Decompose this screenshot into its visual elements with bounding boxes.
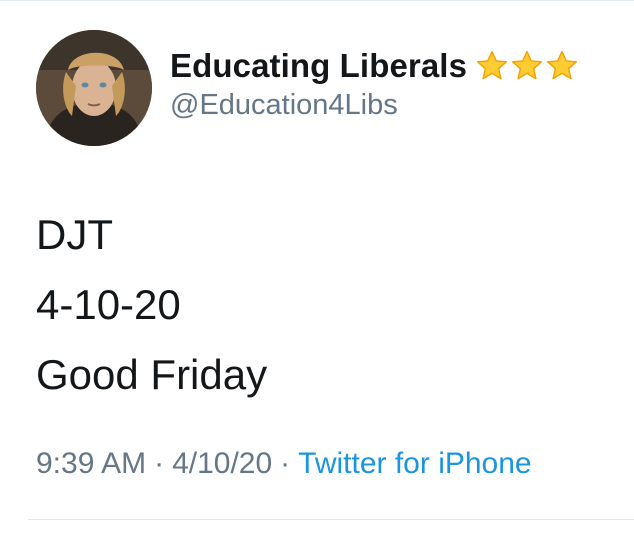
tweet-line: 4-10-20 xyxy=(36,281,181,328)
tweet-line: DJT xyxy=(36,211,113,258)
top-divider xyxy=(0,0,634,1)
tweet-time[interactable]: 9:39 AM xyxy=(36,447,146,480)
meta-separator: · xyxy=(280,447,291,480)
tweet-meta: 9:39 AM · 4/10/20 · Twitter for iPhone xyxy=(36,447,532,481)
user-handle[interactable]: @Education4Libs xyxy=(170,89,579,122)
avatar-image xyxy=(36,30,152,146)
tweet-date[interactable]: 4/10/20 xyxy=(172,447,272,480)
star-badges xyxy=(475,49,579,83)
star-icon xyxy=(547,50,578,79)
tweet-text: DJT 4-10-20 Good Friday xyxy=(36,200,267,410)
meta-separator: · xyxy=(154,447,165,480)
display-name[interactable]: Educating Liberals xyxy=(170,47,467,85)
tweet-header: Educating Liberals @Education4Libs xyxy=(36,30,579,146)
tweet-source-link[interactable]: Twitter for iPhone xyxy=(298,447,531,480)
star-icon xyxy=(477,50,508,79)
avatar[interactable] xyxy=(36,30,152,146)
star-icon xyxy=(512,50,543,79)
tweet-line: Good Friday xyxy=(36,351,268,398)
bottom-divider xyxy=(28,519,634,520)
